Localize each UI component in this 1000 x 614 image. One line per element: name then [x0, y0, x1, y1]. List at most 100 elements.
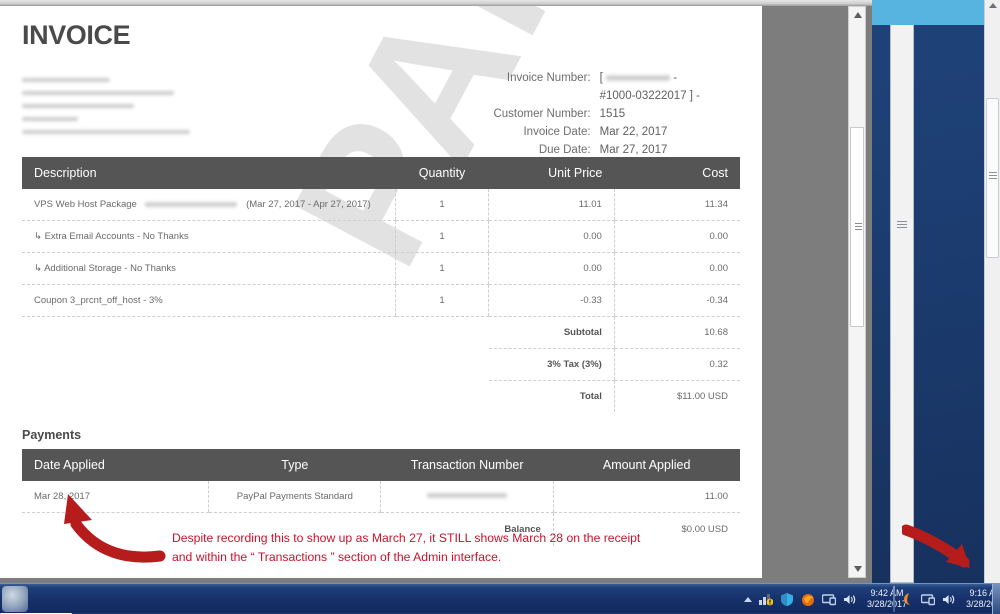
totals-row: Subtotal 10.68	[22, 317, 740, 349]
line-items-table: Description Quantity Unit Price Cost VPS…	[22, 157, 740, 317]
meta-value: 1515	[600, 106, 700, 122]
item-description-suffix: (Mar 27, 2017 - Apr 27, 2017)	[246, 199, 371, 210]
redacted-transaction-number	[427, 492, 507, 499]
meta-label: Due Date:	[493, 142, 597, 158]
scroll-up-arrow-icon[interactable]	[854, 12, 862, 18]
column-header-transaction-number: Transaction Number	[381, 449, 553, 481]
redacted-item-detail	[145, 201, 237, 208]
firefox-icon[interactable]	[801, 593, 815, 606]
item-quantity: 1	[395, 253, 488, 285]
tax-value: 0.32	[614, 349, 740, 381]
system-tray-right[interactable]: 9:16 AM 3/28/2017	[900, 584, 1000, 614]
column-header-quantity: Quantity	[395, 157, 488, 189]
meta-row: Due Date: Mar 27, 2017	[493, 142, 700, 158]
show-desktop-button[interactable]	[992, 584, 1000, 614]
totals-row: 3% Tax (3%) 0.32	[22, 349, 740, 381]
payment-transaction-number	[381, 481, 553, 513]
item-unit-price: 0.00	[489, 221, 615, 253]
meta-row: Customer Number: 1515	[493, 106, 700, 122]
item-quantity: 1	[395, 285, 488, 317]
volume-icon[interactable]	[843, 593, 857, 606]
invoice-browser-window[interactable]: PAID INVOICE Invoice Number: [ -	[0, 0, 872, 583]
scrollbar-grip-icon	[855, 223, 862, 231]
meta-label	[493, 88, 597, 104]
column-header-type: Type	[209, 449, 381, 481]
taskbar[interactable]: 9:42 AM 3/28/2017 9:16 AM 3/28/2017	[0, 583, 1000, 613]
scroll-down-arrow-icon[interactable]	[854, 566, 862, 572]
start-button[interactable]	[2, 586, 28, 612]
scrollbar-grip-icon[interactable]	[897, 221, 907, 230]
app-icon[interactable]	[900, 593, 914, 606]
column-header-description: Description	[22, 157, 395, 189]
invoice-scrollbar[interactable]	[848, 6, 866, 578]
payments-section-title: Payments	[22, 428, 740, 442]
item-cost: -0.34	[614, 285, 740, 317]
table-header-row: Date Applied Type Transaction Number Amo…	[22, 449, 740, 481]
background-window-middle[interactable]	[890, 0, 914, 583]
page-title: INVOICE	[22, 6, 740, 51]
item-cost: 0.00	[614, 221, 740, 253]
payment-amount-applied: 11.00	[553, 481, 740, 513]
item-unit-price: -0.33	[489, 285, 615, 317]
meta-value: Mar 27, 2017	[600, 142, 700, 158]
item-unit-price: 11.01	[489, 189, 615, 221]
invoice-meta-table: Invoice Number: [ - #1000-03222017 ] - C…	[491, 68, 702, 160]
system-tray-left[interactable]: 9:42 AM 3/28/2017	[744, 584, 907, 614]
column-header-cost: Cost	[614, 157, 740, 189]
network-icon[interactable]	[759, 593, 773, 606]
item-description: ↳ Extra Email Accounts - No Thanks	[22, 221, 395, 253]
scrollbar-grip-icon[interactable]	[989, 172, 997, 180]
meta-row: Invoice Date: Mar 22, 2017	[493, 124, 700, 140]
table-row: VPS Web Host Package (Mar 27, 2017 - Apr…	[22, 189, 740, 221]
annotation-text: Despite recording this to show up as Mar…	[172, 529, 752, 566]
redacted-line	[22, 116, 78, 122]
payment-type: PayPal Payments Standard	[209, 481, 381, 513]
table-row: Coupon 3_prcnt_off_host - 3% 1 -0.33 -0.…	[22, 285, 740, 317]
shield-icon[interactable]	[780, 593, 794, 606]
display-icon[interactable]	[822, 593, 836, 606]
meta-label: Invoice Date:	[493, 124, 597, 140]
background-window-scrollbar[interactable]	[984, 0, 1000, 583]
meta-label: Customer Number:	[493, 106, 597, 122]
totals-row: Total $11.00 USD	[22, 381, 740, 413]
item-description: VPS Web Host Package (Mar 27, 2017 - Apr…	[22, 189, 395, 221]
table-row: ↳ Additional Storage - No Thanks 1 0.00 …	[22, 253, 740, 285]
redacted-line	[22, 103, 134, 109]
meta-label: Invoice Number:	[493, 70, 597, 86]
column-header-date-applied: Date Applied	[22, 449, 209, 481]
item-quantity: 1	[395, 189, 488, 221]
redacted-line	[22, 77, 110, 83]
redacted-invoice-number	[606, 74, 670, 82]
volume-icon[interactable]	[942, 593, 956, 606]
item-description: ↳ Additional Storage - No Thanks	[22, 253, 395, 285]
spacer-cell	[22, 349, 489, 381]
redacted-line	[22, 129, 190, 135]
annotation-line-2: and within the “ Transactions ” section …	[172, 548, 752, 567]
item-unit-price: 0.00	[489, 253, 615, 285]
line-items-section: Description Quantity Unit Price Cost VPS…	[22, 157, 740, 412]
column-header-amount-applied: Amount Applied	[553, 449, 740, 481]
tray-divider	[893, 586, 895, 612]
redacted-line	[22, 90, 174, 96]
annotation-arrow-right	[902, 518, 984, 580]
scroll-up-arrow-icon[interactable]	[989, 3, 997, 8]
item-description-prefix: VPS Web Host Package	[34, 199, 137, 210]
meta-value: Mar 22, 2017	[600, 124, 700, 140]
scrollbar-thumb[interactable]	[850, 127, 864, 327]
annotation-arrow-left	[52, 490, 170, 566]
total-label: Total	[489, 381, 615, 413]
annotation-line-1: Despite recording this to show up as Mar…	[172, 529, 752, 548]
spacer-cell	[22, 317, 489, 349]
totals-table: Subtotal 10.68 3% Tax (3%) 0.32 Total $1…	[22, 317, 740, 412]
subtotal-value: 10.68	[614, 317, 740, 349]
subtotal-label: Subtotal	[489, 317, 615, 349]
table-header-row: Description Quantity Unit Price Cost	[22, 157, 740, 189]
total-value: $11.00 USD	[614, 381, 740, 413]
display-icon[interactable]	[921, 593, 935, 606]
table-row: ↳ Extra Email Accounts - No Thanks 1 0.0…	[22, 221, 740, 253]
show-hidden-icons-icon[interactable]	[744, 597, 752, 602]
item-description: Coupon 3_prcnt_off_host - 3%	[22, 285, 395, 317]
invoice-document: PAID INVOICE Invoice Number: [ -	[0, 6, 762, 578]
meta-value: #1000-03222017 ] -	[600, 88, 700, 104]
tax-label: 3% Tax (3%)	[489, 349, 615, 381]
